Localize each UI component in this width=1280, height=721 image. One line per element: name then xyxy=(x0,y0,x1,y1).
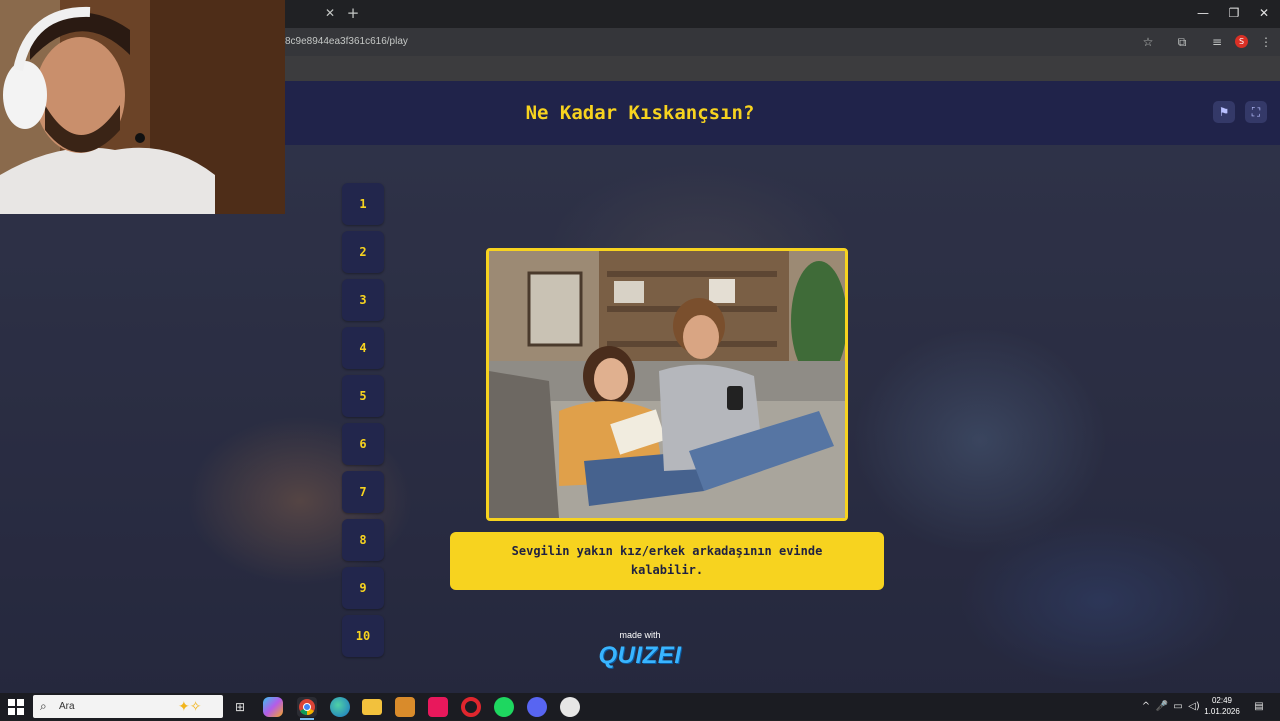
network-icon[interactable]: ▭ xyxy=(1171,700,1185,714)
search-icon: ⌕ xyxy=(40,699,47,713)
taskbar-search-placeholder: Ara xyxy=(59,701,75,712)
address-bar-url[interactable]: 8c9e8944ea3f361c616/play xyxy=(285,34,408,50)
couple-on-sofa-illustration xyxy=(489,251,845,518)
made-with-label: made with xyxy=(619,630,661,640)
clock-time: 02:49 xyxy=(1211,696,1233,705)
restore-button[interactable]: ❐ xyxy=(1225,5,1243,21)
bookmark-star-icon[interactable]: ☆ xyxy=(1139,33,1157,51)
media-player-icon[interactable] xyxy=(395,697,415,717)
task-view-icon[interactable]: ⊞ xyxy=(230,697,250,717)
tab-close-icon[interactable]: ✕ xyxy=(323,5,337,21)
discord-icon[interactable] xyxy=(527,697,547,717)
microphone-icon[interactable]: 🎤 xyxy=(1155,700,1169,714)
file-explorer-icon[interactable] xyxy=(362,699,382,715)
question-number-button[interactable]: 5 xyxy=(342,375,384,417)
profile-avatar[interactable]: S xyxy=(1235,35,1248,48)
notifications-icon[interactable]: ▤ xyxy=(1252,700,1266,714)
chrome-logo-icon xyxy=(299,699,315,716)
search-highlight-icon: ✦✧ xyxy=(178,699,202,715)
question-number-button[interactable]: 1 xyxy=(342,183,384,225)
tiktok-icon[interactable] xyxy=(428,697,448,717)
flag-icon[interactable]: ⚑ xyxy=(1213,101,1235,123)
quizei-logo[interactable]: QUIZEI xyxy=(596,641,684,671)
volume-icon[interactable]: ◁) xyxy=(1187,700,1201,714)
steam-icon[interactable] xyxy=(560,697,580,717)
chrome-icon[interactable] xyxy=(297,697,317,720)
streamer-webcam-image xyxy=(0,0,285,214)
taskbar-clock[interactable]: 02:49 1.01.2026 xyxy=(1200,695,1244,719)
question-number-button[interactable]: 9 xyxy=(342,567,384,609)
tray-chevron-icon[interactable]: ^ xyxy=(1139,700,1153,714)
question-number-button[interactable]: 2 xyxy=(342,231,384,273)
windows-start-icon[interactable] xyxy=(8,699,24,715)
media-control-icon[interactable]: ≡ xyxy=(1208,33,1226,51)
new-tab-button[interactable]: + xyxy=(345,4,361,22)
spotify-icon[interactable] xyxy=(494,697,514,717)
quiz-statement-card[interactable]: Sevgilin yakın kız/erkek arkadaşının evi… xyxy=(450,532,884,590)
statement-line-1: Sevgilin yakın kız/erkek arkadaşının evi… xyxy=(511,544,823,558)
quiz-title: Ne Kadar Kıskançsın? xyxy=(525,102,755,124)
question-number-button[interactable]: 3 xyxy=(342,279,384,321)
statement-line-2: kalabilir. xyxy=(630,563,704,577)
webcam-overlay xyxy=(0,0,285,214)
question-image xyxy=(486,248,848,521)
question-number-button[interactable]: 4 xyxy=(342,327,384,369)
question-number-button[interactable]: 8 xyxy=(342,519,384,561)
question-number-button[interactable]: 6 xyxy=(342,423,384,465)
clock-date: 1.01.2026 xyxy=(1204,707,1240,716)
question-number-button[interactable]: 10 xyxy=(342,615,384,657)
window-close-button[interactable]: ✕ xyxy=(1255,5,1273,21)
browser-menu-icon[interactable]: ⋮ xyxy=(1257,33,1275,51)
extensions-icon[interactable]: ⧉ xyxy=(1173,33,1191,51)
opera-icon[interactable] xyxy=(461,697,481,717)
minimize-button[interactable]: — xyxy=(1194,5,1212,21)
fullscreen-icon[interactable]: ⛶ xyxy=(1245,101,1267,123)
question-number-button[interactable]: 7 xyxy=(342,471,384,513)
copilot-icon[interactable] xyxy=(263,697,283,717)
edge-icon[interactable] xyxy=(330,697,350,717)
